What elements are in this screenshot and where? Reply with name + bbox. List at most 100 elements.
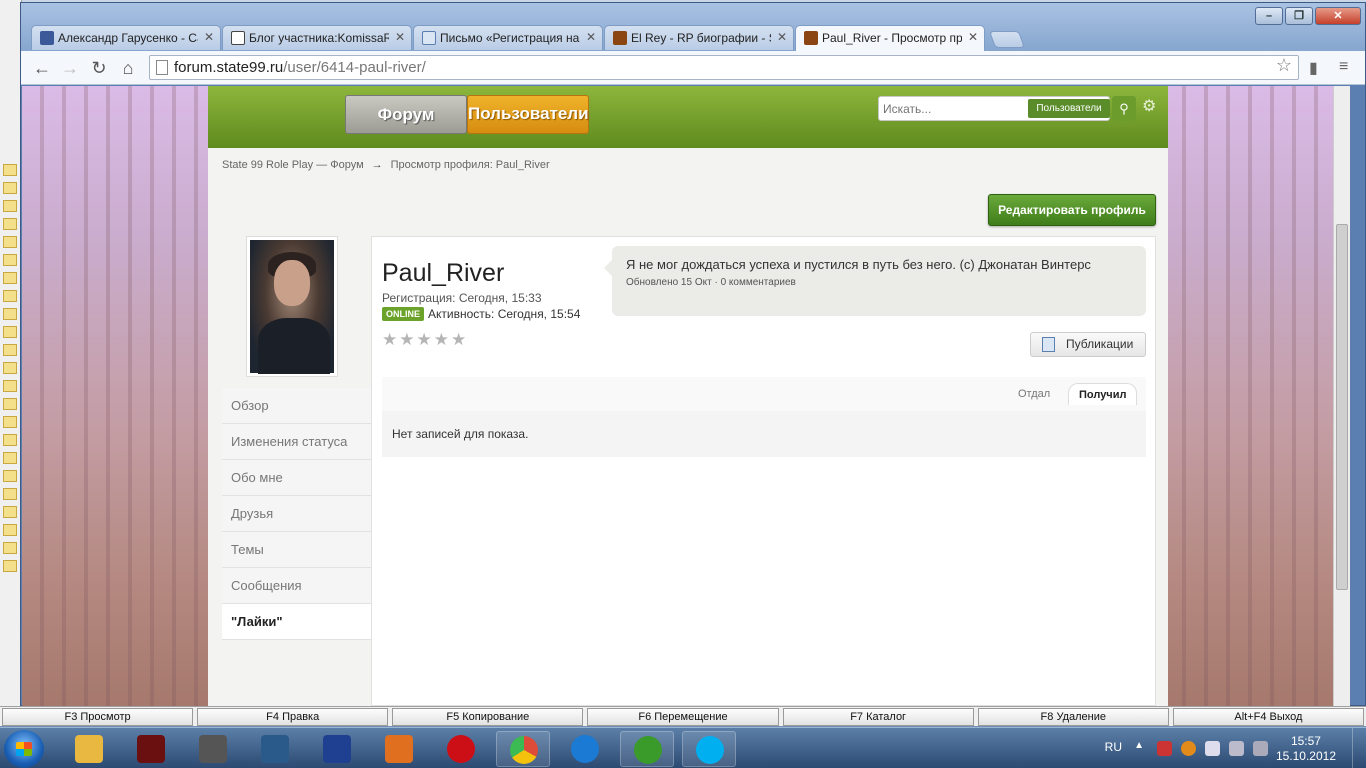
publications-button[interactable]: Публикации (1030, 332, 1146, 357)
folder-icon (3, 434, 17, 446)
folder-icon (3, 560, 17, 572)
tray-app-icon[interactable] (1181, 741, 1196, 756)
side-item-overview[interactable]: Обзор (222, 388, 371, 424)
volume-icon[interactable] (1205, 741, 1220, 756)
taskbar-app[interactable] (558, 731, 612, 767)
nav-users-button[interactable]: Пользователи (467, 95, 589, 134)
profile-username: Paul_River (382, 259, 505, 287)
tab-likes-received[interactable]: Получил (1068, 383, 1138, 405)
tab-mail[interactable]: Письмо «Регистрация на ✕ (413, 25, 603, 50)
language-indicator[interactable]: RU (1105, 740, 1122, 754)
tab-elrey[interactable]: El Rey - RP биографии - St ✕ (604, 25, 794, 50)
search-input[interactable] (883, 100, 1023, 118)
folder-icon (3, 524, 17, 536)
clock-time: 15:57 (1290, 734, 1321, 748)
taskbar-app[interactable] (434, 731, 488, 767)
minimize-button[interactable]: – (1255, 7, 1283, 25)
star-icon[interactable]: ★ (399, 331, 414, 348)
f3-view-button[interactable]: F3 Просмотр (2, 708, 194, 726)
close-icon[interactable]: ✕ (395, 30, 405, 44)
folder-icon (3, 380, 17, 392)
taskbar-app[interactable] (310, 731, 364, 767)
star-icon[interactable]: ★ (417, 331, 432, 348)
avatar-body (258, 318, 330, 374)
f6-move-button[interactable]: F6 Перемещение (587, 708, 779, 726)
taskbar-app[interactable] (620, 731, 674, 767)
f7-mkdir-button[interactable]: F7 Каталог (782, 708, 974, 726)
folder-icon (3, 200, 17, 212)
close-button[interactable]: ✕ (1315, 7, 1361, 25)
device-icon[interactable] (1229, 741, 1244, 756)
title-bar: – ❐ ✕ Александр Гарусенко - Са ✕ Блог уч… (21, 3, 1365, 51)
taskbar-app[interactable] (248, 731, 302, 767)
side-item-status-changes[interactable]: Изменения статуса (222, 424, 371, 460)
windows-logo-icon (16, 742, 32, 756)
side-item-about[interactable]: Обо мне (222, 460, 371, 496)
breadcrumb-current: Просмотр профиля: Paul_River (390, 159, 550, 171)
taskbar-app[interactable] (62, 731, 116, 767)
tab-paul-river[interactable]: Paul_River - Просмотр про ✕ (795, 25, 985, 51)
network-icon[interactable] (1157, 741, 1172, 756)
page-icon (156, 60, 168, 75)
scrollbar-thumb[interactable] (1336, 224, 1348, 590)
taskbar-app[interactable] (372, 731, 426, 767)
close-icon[interactable]: ✕ (777, 30, 787, 44)
wrench-menu-icon[interactable]: ≡ (1339, 58, 1348, 76)
taskbar-app[interactable] (682, 731, 736, 767)
bookmark-star-icon[interactable]: ☆ (1276, 56, 1292, 74)
taskbar-app-active[interactable] (496, 731, 550, 767)
maximize-button[interactable]: ❐ (1285, 7, 1313, 25)
tray-expand-icon[interactable]: ▲ (1134, 740, 1144, 751)
show-desktop-button[interactable] (1352, 728, 1366, 768)
activity-line: ONLINE Активность: Сегодня, 15:54 (382, 307, 580, 321)
f4-edit-button[interactable]: F4 Правка (197, 708, 389, 726)
folder-icon (3, 542, 17, 554)
folder-icon (3, 272, 17, 284)
search-scope-selector[interactable]: Пользователи (1028, 99, 1110, 118)
clock[interactable]: 15:57 15.10.2012 (1276, 734, 1336, 764)
close-icon[interactable]: ✕ (586, 30, 596, 44)
tab-likes-given[interactable]: Отдал (1008, 383, 1060, 405)
rating-stars[interactable]: ★ ★ ★ ★ ★ (382, 331, 466, 348)
new-tab-button[interactable] (988, 31, 1026, 48)
lightning-icon (571, 735, 599, 763)
back-icon[interactable]: ← (31, 57, 53, 79)
likes-panel: Отдал Получил Нет записей для показа. (382, 377, 1146, 457)
close-icon[interactable]: ✕ (204, 30, 214, 44)
avatar-face (274, 260, 310, 306)
f5-copy-button[interactable]: F5 Копирование (392, 708, 584, 726)
extension-icon[interactable]: ▮ (1309, 58, 1318, 78)
flag-icon[interactable] (1253, 741, 1268, 756)
gear-icon[interactable]: ⚙ (1142, 96, 1156, 116)
f8-delete-button[interactable]: F8 Удаление (977, 708, 1169, 726)
breadcrumb-root-link[interactable]: State 99 Role Play — Форум (222, 159, 364, 171)
start-button[interactable] (4, 730, 44, 768)
side-item-posts[interactable]: Сообщения (222, 568, 371, 604)
side-item-likes[interactable]: "Лайки" (222, 604, 371, 640)
forward-icon[interactable]: → (59, 57, 81, 79)
alt-f4-exit-button[interactable]: Alt+F4 Выход (1172, 708, 1364, 726)
nav-forum-button[interactable]: Форум (345, 95, 467, 134)
taskbar-app[interactable] (124, 731, 178, 767)
address-bar[interactable]: forum.state99.ru/user/6414-paul-river/ ☆ (149, 55, 1299, 80)
home-icon[interactable]: ⌂ (117, 57, 139, 79)
side-item-topics[interactable]: Темы (222, 532, 371, 568)
page-scrollbar[interactable] (1333, 86, 1350, 706)
star-icon[interactable]: ★ (382, 331, 397, 348)
search-icon[interactable]: ⚲ (1112, 96, 1136, 121)
close-icon[interactable]: ✕ (968, 30, 978, 44)
side-item-friends[interactable]: Друзья (222, 496, 371, 532)
tab-facebook[interactable]: Александр Гарусенко - Са ✕ (31, 25, 221, 50)
folder-icon (3, 308, 17, 320)
folder-icon (3, 326, 17, 338)
tab-blog[interactable]: Блог участника:KomissaR ✕ (222, 25, 412, 50)
star-icon[interactable]: ★ (434, 331, 449, 348)
star-icon[interactable]: ★ (451, 331, 466, 348)
total-commander-panel (0, 0, 22, 706)
folder-icon (3, 218, 17, 230)
status-meta[interactable]: Обновлено 15 Окт · 0 комментариев (626, 277, 1132, 288)
reload-icon[interactable]: ↻ (88, 57, 110, 79)
edit-profile-button[interactable]: Редактировать профиль (988, 194, 1156, 226)
browser-toolbar: ← → ↻ ⌂ forum.state99.ru/user/6414-paul-… (21, 51, 1365, 85)
taskbar-app[interactable] (186, 731, 240, 767)
